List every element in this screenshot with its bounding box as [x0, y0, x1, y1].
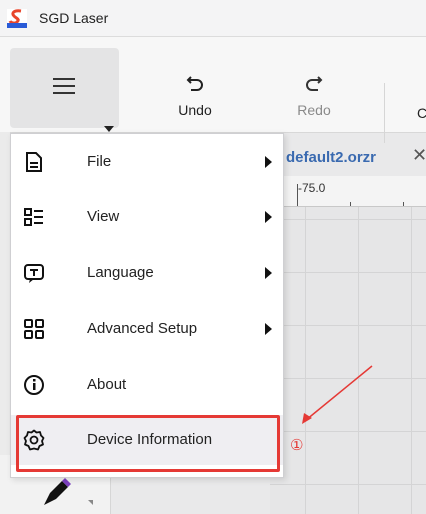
annotation-step-label: ① [290, 437, 304, 454]
annotation-arrow [302, 365, 373, 424]
